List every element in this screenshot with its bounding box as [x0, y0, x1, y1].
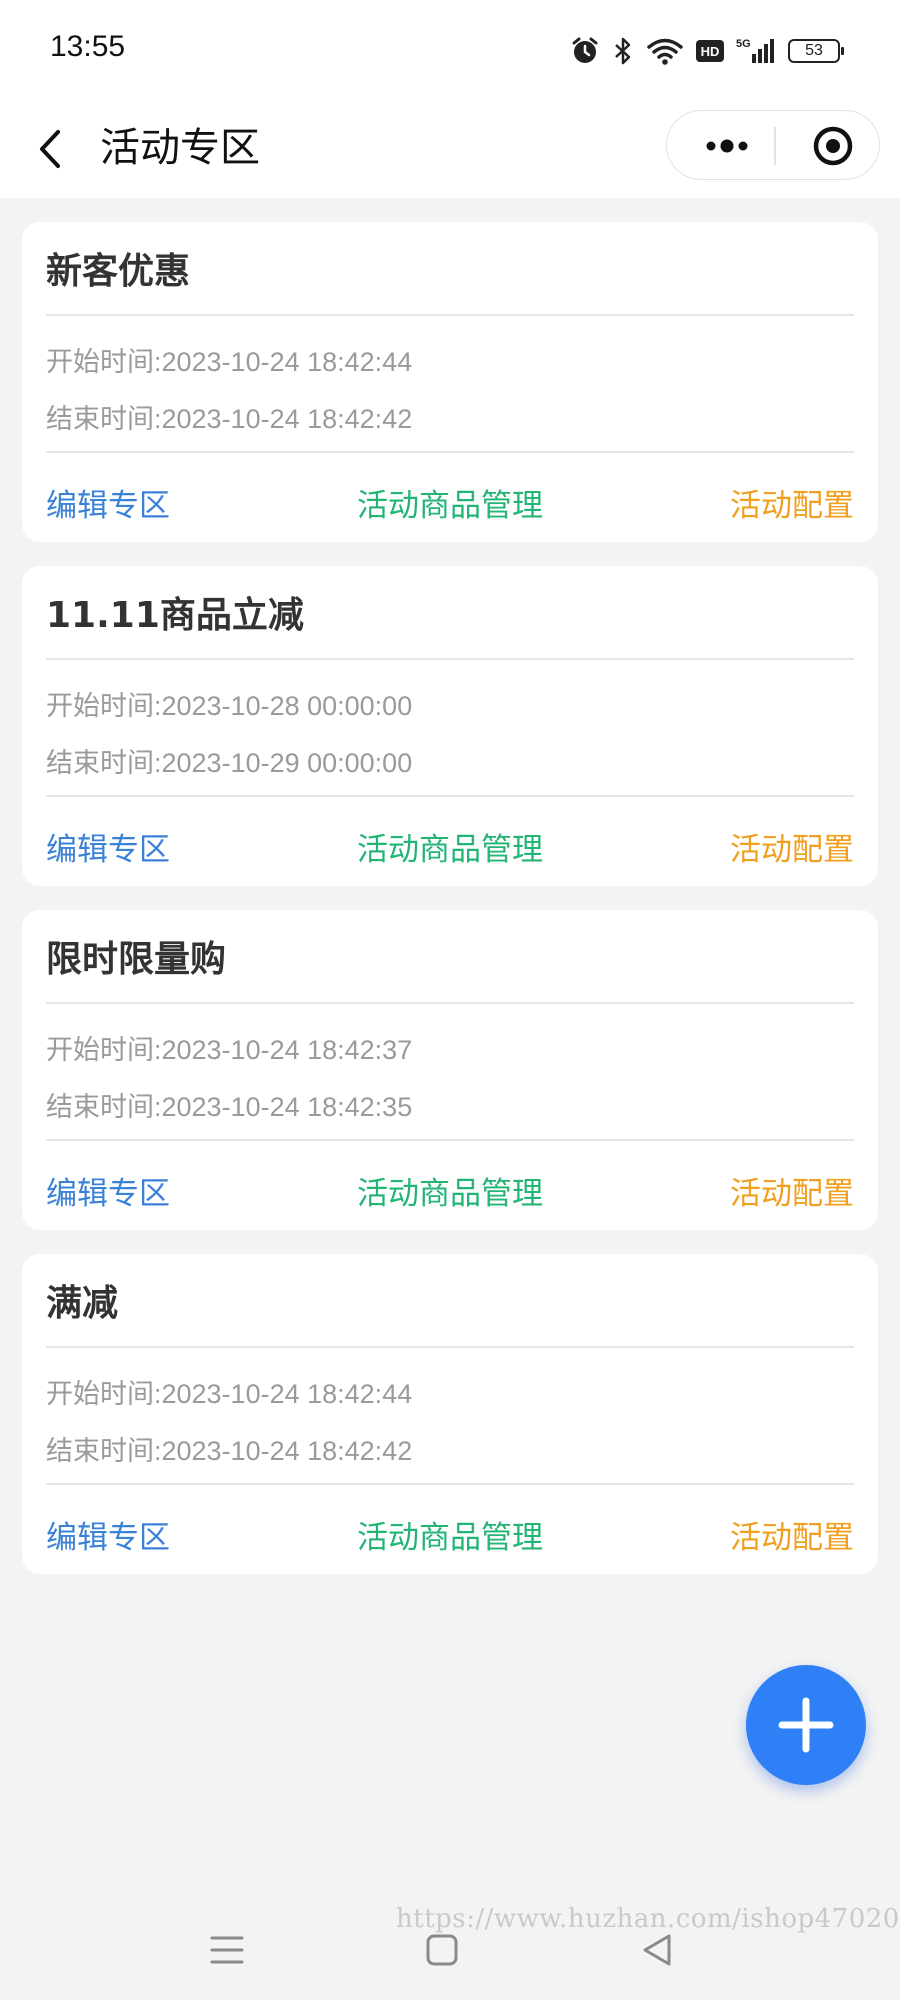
end-time: 结束时间:2023-10-24 18:42:35 — [46, 1092, 413, 1122]
end-time: 结束时间:2023-10-24 18:42:42 — [46, 404, 413, 434]
divider — [46, 1483, 854, 1485]
system-nav-bar — [0, 1900, 900, 2000]
divider — [46, 795, 854, 797]
activity-card: 满减 开始时间:2023-10-24 18:42:44 结束时间:2023-10… — [22, 1254, 878, 1574]
start-time: 开始时间:2023-10-24 18:42:44 — [46, 347, 413, 377]
back-button[interactable] — [32, 124, 72, 174]
activity-config-button[interactable]: 活动配置 — [730, 1168, 854, 1213]
hd-icon: HD — [696, 39, 724, 63]
system-back-button[interactable] — [628, 1920, 688, 1980]
nav-bar: 活动专区 — [0, 100, 900, 198]
divider — [46, 658, 854, 660]
end-time: 结束时间:2023-10-29 00:00:00 — [46, 748, 413, 778]
more-dots-icon — [706, 139, 748, 153]
divider — [46, 451, 854, 453]
close-miniprogram-button[interactable] — [793, 111, 873, 181]
menu-icon — [210, 1936, 244, 1964]
activity-list: 新客优惠 开始时间:2023-10-24 18:42:44 结束时间:2023-… — [22, 222, 878, 1598]
activity-card: 新客优惠 开始时间:2023-10-24 18:42:44 结束时间:2023-… — [22, 222, 878, 542]
divider — [46, 1139, 854, 1141]
status-time: 13:55 — [50, 30, 126, 63]
wifi-icon — [646, 36, 684, 66]
plus-icon — [778, 1697, 834, 1753]
page-title: 活动专区 — [100, 125, 260, 171]
home-button[interactable] — [411, 1920, 471, 1980]
menu-button[interactable] — [197, 1920, 257, 1980]
mini-program-capsule — [666, 110, 880, 180]
status-bar: 13:55 HD 5G 53 — [0, 0, 900, 100]
goods-manage-button[interactable]: 活动商品管理 — [357, 1168, 543, 1213]
activity-card: 11.11商品立减 开始时间:2023-10-28 00:00:00 结束时间:… — [22, 566, 878, 886]
alarm-icon — [570, 36, 600, 66]
activity-config-button[interactable]: 活动配置 — [730, 824, 854, 869]
activity-title: 满减 — [46, 1283, 119, 1324]
home-square-icon — [426, 1934, 458, 1966]
activity-config-button[interactable]: 活动配置 — [730, 1512, 854, 1557]
capsule-divider — [774, 127, 776, 165]
bluetooth-icon — [612, 36, 634, 66]
activity-config-button[interactable]: 活动配置 — [730, 480, 854, 525]
battery-icon: 53 — [788, 39, 844, 63]
activity-card: 限时限量购 开始时间:2023-10-24 18:42:37 结束时间:2023… — [22, 910, 878, 1230]
add-activity-button[interactable] — [746, 1665, 866, 1785]
goods-manage-button[interactable]: 活动商品管理 — [357, 480, 543, 525]
activity-title: 限时限量购 — [46, 939, 227, 980]
goods-manage-button[interactable]: 活动商品管理 — [357, 824, 543, 869]
status-icons: HD 5G 53 — [570, 34, 844, 68]
start-time: 开始时间:2023-10-24 18:42:37 — [46, 1035, 413, 1065]
more-button[interactable] — [687, 111, 767, 181]
back-triangle-icon — [643, 1934, 671, 1966]
svg-text:HD: HD — [701, 44, 720, 59]
target-circle-icon — [813, 126, 853, 166]
divider — [46, 314, 854, 316]
activity-title: 11.11商品立减 — [46, 595, 304, 636]
svg-text:5G: 5G — [736, 38, 751, 50]
divider — [46, 1346, 854, 1348]
start-time: 开始时间:2023-10-28 00:00:00 — [46, 691, 413, 721]
divider — [46, 1002, 854, 1004]
signal-5g-icon: 5G — [736, 36, 776, 66]
goods-manage-button[interactable]: 活动商品管理 — [357, 1512, 543, 1557]
chevron-left-icon — [40, 130, 60, 168]
end-time: 结束时间:2023-10-24 18:42:42 — [46, 1436, 413, 1466]
activity-title: 新客优惠 — [46, 251, 191, 292]
start-time: 开始时间:2023-10-24 18:42:44 — [46, 1379, 413, 1409]
